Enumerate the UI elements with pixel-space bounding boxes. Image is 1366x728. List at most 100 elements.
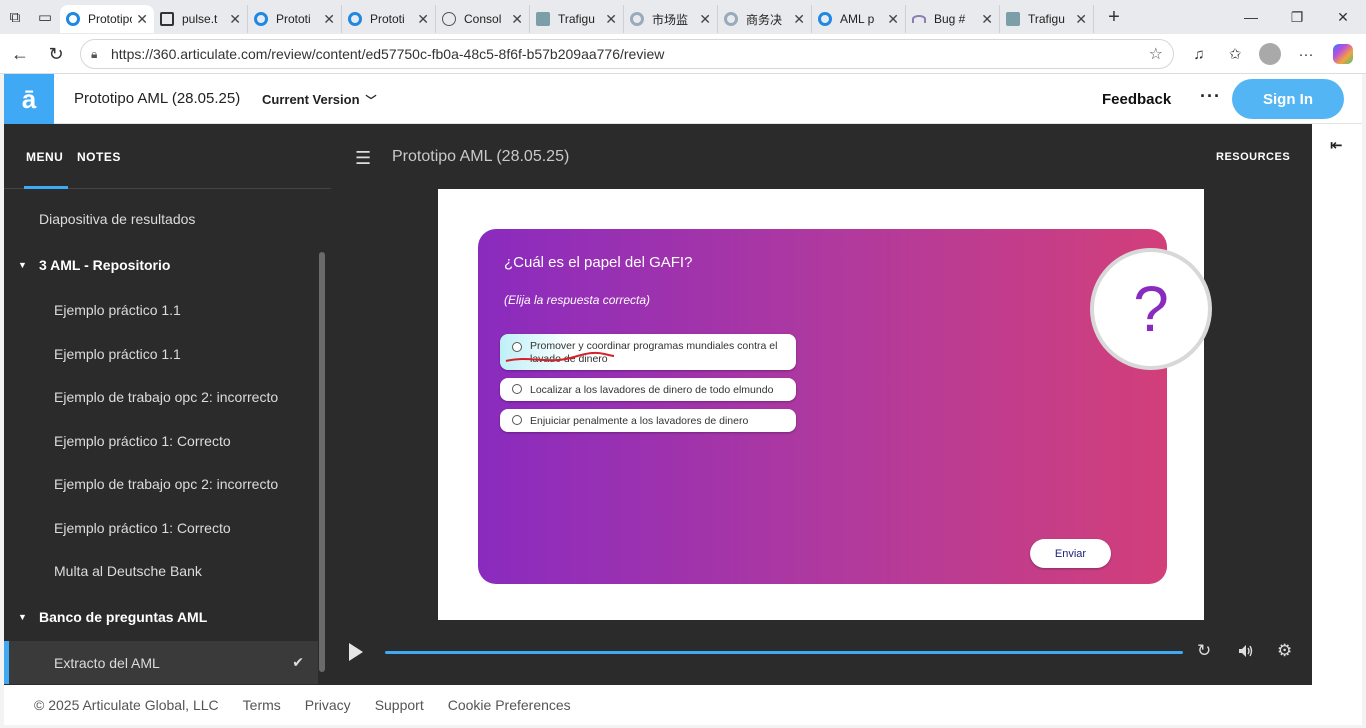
tab-close-icon[interactable]: ✕ <box>887 11 899 28</box>
feedback-button[interactable]: Feedback <box>1102 91 1171 108</box>
browser-tab[interactable]: 市场监 ✕ <box>624 5 718 33</box>
version-label: Current Version <box>262 92 360 107</box>
sidebar-item[interactable]: Diapositiva de resultados <box>4 197 318 240</box>
articulate-logo[interactable]: ā <box>4 74 54 124</box>
tab-label: 市场监 <box>652 12 689 27</box>
tab-close-icon[interactable]: ✕ <box>1075 11 1087 28</box>
favorites-icon[interactable]: ✩ <box>1220 40 1250 68</box>
tab-close-icon[interactable]: ✕ <box>699 11 711 28</box>
sidebar-item[interactable]: Extracto del AML ✔ <box>4 641 318 684</box>
caret-down-icon[interactable]: ▼ <box>18 612 27 622</box>
sign-in-button[interactable]: Sign In <box>1232 79 1344 119</box>
tab-actions-icon[interactable]: ▭ <box>30 0 60 34</box>
tab-favicon-icon <box>160 12 174 26</box>
new-tab-button[interactable]: + <box>1100 6 1128 29</box>
tab-close-icon[interactable]: ✕ <box>981 11 993 28</box>
caret-down-icon[interactable]: ▼ <box>18 260 27 270</box>
browser-tab[interactable]: Prototi ✕ <box>248 5 342 33</box>
browser-tab[interactable]: Consol ✕ <box>436 5 530 33</box>
browser-tab[interactable]: Trafigu ✕ <box>1000 5 1094 33</box>
profile-icon[interactable] <box>1255 40 1285 68</box>
tab-close-icon[interactable]: ✕ <box>323 11 335 28</box>
settings-gear-icon[interactable]: ⚙ <box>1277 641 1292 661</box>
tab-close-icon[interactable]: ✕ <box>605 11 617 28</box>
sidebar-section[interactable]: ▼ Banco de preguntas AML <box>4 593 318 641</box>
collapse-panel-icon[interactable]: ⇤ <box>1330 136 1343 154</box>
tab-label: Prototipo AML <box>88 12 133 26</box>
browser-tab[interactable]: Prototi ✕ <box>342 5 436 33</box>
answer-option-label: Enjuiciar penalmente a los lavadores de … <box>530 415 749 427</box>
workspaces-icon[interactable]: ⧉ <box>0 0 30 34</box>
sidebar-item[interactable]: Ejemplo de trabajo opc 2: incorrecto <box>4 376 318 419</box>
back-icon[interactable]: ← <box>2 36 38 72</box>
volume-icon[interactable] <box>1238 643 1254 659</box>
tab-label: AML p <box>840 12 875 26</box>
reload-icon[interactable]: ↻ <box>38 36 74 72</box>
app-header: ā Prototipo AML (28.05.25) Current Versi… <box>4 74 1362 124</box>
answer-option-2[interactable]: Localizar a los lavadores de dinero de t… <box>500 378 796 401</box>
sidebar-item-label: Ejemplo de trabajo opc 2: incorrecto <box>54 476 279 492</box>
sidebar-scrollbar[interactable] <box>319 252 325 672</box>
privacy-link[interactable]: Privacy <box>305 697 351 713</box>
cookie-preferences-link[interactable]: Cookie Preferences <box>448 697 571 713</box>
browser-tab[interactable]: 商务决 ✕ <box>718 5 812 33</box>
tab-menu[interactable]: MENU <box>26 150 63 164</box>
sidebar-item-label: Ejemplo práctico 1.1 <box>54 345 181 362</box>
tab-close-icon[interactable]: ✕ <box>136 11 148 28</box>
radio-button-icon[interactable] <box>512 384 522 394</box>
read-aloud-icon[interactable]: ♫ <box>1184 40 1214 68</box>
tab-label: Trafigu <box>1028 12 1065 26</box>
terms-link[interactable]: Terms <box>243 697 281 713</box>
seek-bar[interactable] <box>385 651 1183 654</box>
close-window-icon[interactable]: ✕ <box>1320 0 1366 34</box>
sidebar-item-label: Diapositiva de resultados <box>39 210 196 227</box>
tab-favicon-icon <box>66 12 80 26</box>
sidebar-item[interactable]: Multa al Deutsche Bank <box>4 550 318 593</box>
sidebar-item-label: Ejemplo práctico 1: Correcto <box>54 432 231 449</box>
tab-strip: Prototipo AML✕pulse.t✕Prototi✕Prototi✕Co… <box>60 1 1094 33</box>
replay-icon[interactable]: ↻ <box>1197 641 1211 661</box>
browser-tab[interactable]: Bug # ✕ <box>906 5 1000 33</box>
minimize-icon[interactable]: — <box>1228 0 1274 34</box>
url-text: https://360.articulate.com/review/conten… <box>111 46 665 62</box>
settings-more-icon[interactable]: ··· <box>1291 40 1321 68</box>
sidebar-item-label: Extracto del AML <box>54 654 160 671</box>
tab-favicon-icon <box>348 12 362 26</box>
sidebar-item[interactable]: Ejemplo práctico 1.1 <box>4 289 318 332</box>
tab-close-icon[interactable]: ✕ <box>417 11 429 28</box>
submit-button[interactable]: Enviar <box>1030 539 1111 568</box>
play-icon[interactable] <box>349 643 363 661</box>
browser-tab[interactable]: Prototipo AML✕ <box>60 5 154 33</box>
browser-tab[interactable]: pulse.t ✕ <box>154 5 248 33</box>
favorite-star-icon[interactable]: ☆ <box>1149 44 1163 64</box>
sidebar-item[interactable]: Ejemplo práctico 1: Correcto <box>4 506 318 549</box>
tab-close-icon[interactable]: ✕ <box>793 11 805 28</box>
sidebar-item[interactable]: Ejemplo práctico 1.1 <box>4 332 318 375</box>
url-input[interactable]: 🔒︎ https://360.articulate.com/review/con… <box>80 39 1174 69</box>
sidebar-section[interactable]: ▼ 3 AML - Repositorio <box>4 241 318 289</box>
sidebar-item-label: Ejemplo práctico 1: Correcto <box>54 519 231 536</box>
more-options-icon[interactable]: ··· <box>1200 86 1221 107</box>
radio-button-icon[interactable] <box>512 415 522 425</box>
version-dropdown[interactable]: Current Version ﹀ <box>262 92 377 108</box>
tab-close-icon[interactable]: ✕ <box>229 11 241 28</box>
browser-tab[interactable]: AML p ✕ <box>812 5 906 33</box>
tab-favicon-icon <box>1006 12 1020 26</box>
maximize-icon[interactable]: ❐ <box>1274 0 1320 34</box>
sidebar-item[interactable]: Ejemplo de trabajo opc 2: incorrecto <box>4 463 318 506</box>
tab-close-icon[interactable]: ✕ <box>511 11 523 28</box>
question-instruction: (Elija la respuesta correcta) <box>504 293 651 307</box>
hamburger-menu-icon[interactable]: ☰ <box>355 148 371 169</box>
sidebar-item-label: Banco de preguntas AML <box>39 609 208 625</box>
copilot-icon[interactable] <box>1328 40 1358 68</box>
tab-label: Consol <box>464 12 502 26</box>
slide-canvas: ¿Cuál es el papel del GAFI? (Elija la re… <box>438 189 1212 620</box>
red-underline-annotation <box>505 351 615 362</box>
tab-notes[interactable]: NOTES <box>77 150 121 164</box>
support-link[interactable]: Support <box>375 697 424 713</box>
answer-option-3[interactable]: Enjuiciar penalmente a los lavadores de … <box>500 409 796 432</box>
resources-button[interactable]: RESOURCES <box>1216 151 1290 163</box>
sidebar-item[interactable]: Ejemplo práctico 1: Correcto <box>4 419 318 462</box>
question-text: ¿Cuál es el papel del GAFI? <box>504 254 693 271</box>
browser-tab[interactable]: Trafigu ✕ <box>530 5 624 33</box>
